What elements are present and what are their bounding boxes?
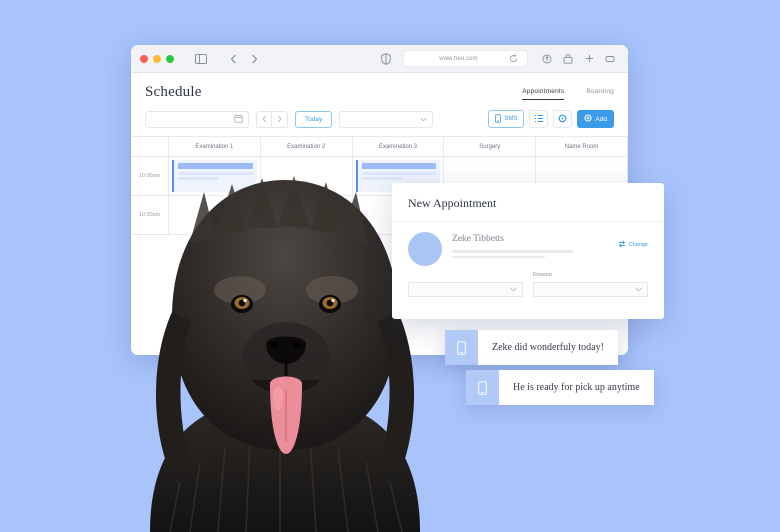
today-button[interactable]: Today	[295, 110, 333, 128]
column-header-examination-1: Examination 1	[169, 137, 261, 156]
dialog-header: New Appointment	[392, 183, 664, 222]
appointment-card-line	[178, 177, 220, 180]
list-view-button[interactable]	[529, 110, 549, 128]
app-header: Schedule Appointments Boarding	[131, 73, 628, 101]
grid-header-row: Examination 1 Examination 2 Examination …	[131, 137, 628, 157]
field-reason-select[interactable]	[533, 282, 648, 297]
appointment-card[interactable]	[263, 199, 349, 231]
url-text: www.heo.com	[439, 55, 478, 62]
appointment-card-line	[361, 172, 437, 175]
sms-message-bubble: He is ready for pick up anytime	[466, 370, 654, 405]
field-unlabeled	[408, 272, 523, 297]
slot-exam2-1020[interactable]	[261, 196, 353, 234]
patient-row: Zeke Tibbetts Change	[408, 232, 648, 266]
field-reason-label: Reason	[533, 272, 552, 278]
chevron-left-icon[interactable]	[226, 52, 240, 66]
next-day-button[interactable]	[272, 110, 288, 128]
phone-icon	[466, 370, 499, 405]
plus-icon[interactable]	[582, 52, 596, 66]
time-label-1000: 10:00am	[131, 157, 169, 195]
dialog-fields: Reason	[392, 266, 664, 297]
traffic-lights	[140, 54, 174, 63]
toolbar: Today SMS Add	[131, 101, 628, 136]
tabs-icon[interactable]	[603, 52, 617, 66]
share-icon[interactable]	[540, 52, 554, 66]
dialog-title: New Appointment	[408, 196, 497, 210]
appointment-card-bar	[178, 163, 253, 169]
url-bar[interactable]: www.heo.com	[403, 50, 528, 67]
dog-body	[150, 397, 420, 532]
column-header-surgery: Surgery	[444, 137, 537, 156]
maximize-window-button[interactable]	[166, 54, 174, 63]
tab-bar: Appointments Boarding	[522, 88, 614, 101]
tab-appointments[interactable]: Appointments	[522, 88, 565, 100]
shield-icon[interactable]	[379, 52, 393, 66]
slot-exam2-1000[interactable]	[261, 157, 353, 195]
field-unlabeled-label	[408, 272, 523, 279]
slot-exam1-1000[interactable]	[169, 157, 261, 195]
sms-message-text: He is ready for pick up anytime	[513, 382, 640, 393]
nav-arrows	[226, 52, 261, 66]
browser-right-icons	[540, 52, 619, 66]
column-header-examination-3: Examination 3	[353, 137, 445, 156]
swap-icon	[618, 240, 626, 250]
field-reason: Reason	[533, 272, 648, 297]
download-icon[interactable]	[561, 52, 575, 66]
field-unlabeled-select[interactable]	[408, 282, 523, 297]
calendar-icon	[234, 110, 243, 128]
patient-detail-placeholder	[452, 255, 546, 258]
sms-button-label: SMS	[504, 116, 518, 122]
dialog-body: Zeke Tibbetts Change	[392, 222, 664, 266]
grid-corner-cell	[131, 137, 169, 156]
phone-icon	[445, 330, 478, 365]
appointment-card[interactable]	[172, 160, 257, 192]
sidebar-icon[interactable]	[194, 52, 208, 66]
column-header-name-room: Name Room	[536, 137, 628, 156]
appointment-card-bar	[269, 202, 345, 208]
avatar	[408, 232, 442, 266]
page-title: Schedule	[145, 84, 202, 100]
plus-circle-icon	[584, 114, 592, 124]
close-window-button[interactable]	[140, 54, 148, 63]
appointment-card-bar	[361, 163, 437, 169]
change-patient-button[interactable]: Change	[618, 232, 648, 250]
appointment-card-line	[361, 177, 403, 180]
dog-tongue	[270, 376, 302, 454]
patient-detail-placeholder	[452, 250, 574, 253]
appointment-card-line	[269, 211, 345, 214]
patient-info: Zeke Tibbetts	[452, 232, 608, 261]
chevron-right-icon[interactable]	[247, 52, 261, 66]
sms-button[interactable]: SMS	[488, 110, 525, 128]
add-button-label: Add	[595, 115, 607, 123]
prev-day-button[interactable]	[256, 110, 272, 128]
appointment-card-line	[178, 172, 253, 175]
browser-chrome: www.heo.com	[131, 45, 628, 73]
change-patient-label: Change	[628, 242, 648, 248]
time-label-1020: 10:20am	[131, 196, 169, 234]
sms-message-bubble: Zeke did wonderfuly today!	[445, 330, 618, 365]
filter-select[interactable]	[339, 110, 434, 128]
settings-button[interactable]	[553, 110, 573, 128]
new-appointment-dialog: New Appointment Zeke Tibbetts Change Rea…	[392, 183, 664, 319]
column-header-examination-2: Examination 2	[261, 137, 353, 156]
toolbar-right: SMS Add	[488, 110, 614, 128]
tab-boarding[interactable]: Boarding	[586, 88, 614, 100]
sms-message-text: Zeke did wonderfuly today!	[492, 342, 604, 353]
add-button[interactable]: Add	[577, 110, 614, 128]
patient-name: Zeke Tibbetts	[452, 234, 504, 244]
list-icon	[534, 110, 544, 128]
date-input[interactable]	[145, 110, 249, 128]
date-stepper	[256, 110, 288, 128]
toolbar-left: Today	[145, 110, 434, 128]
slot-exam1-1020[interactable]	[169, 196, 261, 234]
phone-icon	[495, 113, 502, 125]
gear-icon	[558, 110, 567, 128]
reload-icon[interactable]	[506, 52, 520, 66]
minimize-window-button[interactable]	[153, 54, 161, 63]
